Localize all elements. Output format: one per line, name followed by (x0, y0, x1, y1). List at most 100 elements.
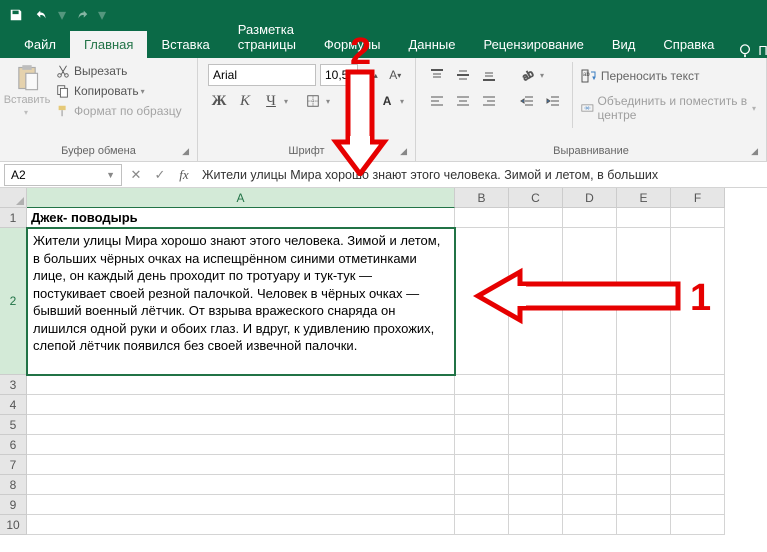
name-box[interactable]: A2 ▼ (4, 164, 122, 186)
cell[interactable] (455, 475, 509, 495)
fill-color-button[interactable] (344, 90, 366, 112)
cell[interactable]: Жители улицы Мира хорошо знают этого чел… (27, 228, 455, 375)
align-right-icon[interactable] (478, 90, 500, 112)
align-top-icon[interactable] (426, 64, 448, 86)
cell[interactable] (671, 395, 725, 415)
cell[interactable] (455, 495, 509, 515)
cell[interactable] (671, 375, 725, 395)
cell[interactable] (671, 228, 725, 375)
cell[interactable] (671, 475, 725, 495)
increase-font-icon[interactable]: A▴ (362, 64, 382, 86)
row-header[interactable]: 6 (0, 435, 27, 455)
cell[interactable] (617, 228, 671, 375)
font-launcher-icon[interactable]: ◢ (400, 146, 407, 157)
row-header[interactable]: 1 (0, 208, 27, 228)
merge-center-button[interactable]: Объединить и поместить в центре ▾ (577, 92, 760, 124)
borders-button[interactable] (302, 90, 324, 112)
row-header[interactable]: 10 (0, 515, 27, 535)
cut-button[interactable]: Вырезать (54, 62, 184, 80)
cell[interactable] (455, 455, 509, 475)
row-header[interactable]: 8 (0, 475, 27, 495)
cell[interactable] (509, 435, 563, 455)
row-header[interactable]: 4 (0, 395, 27, 415)
tab-page-layout[interactable]: Разметка страницы (224, 16, 310, 58)
cell[interactable] (563, 228, 617, 375)
cell[interactable] (27, 475, 455, 495)
cell[interactable] (671, 208, 725, 228)
enter-formula-icon[interactable]: ✓ (148, 164, 172, 186)
paste-button[interactable]: Вставить ▾ (6, 62, 48, 130)
font-size-input[interactable] (320, 64, 358, 86)
cell[interactable] (563, 375, 617, 395)
fx-icon[interactable]: fx (172, 164, 196, 186)
align-bottom-icon[interactable] (478, 64, 500, 86)
cell[interactable] (509, 475, 563, 495)
row-header[interactable]: 5 (0, 415, 27, 435)
wrap-text-button[interactable]: ab Переносить текст (577, 66, 760, 86)
cell[interactable] (671, 415, 725, 435)
cell[interactable] (509, 495, 563, 515)
font-color-button[interactable]: A (376, 90, 398, 112)
cell[interactable] (509, 455, 563, 475)
clipboard-launcher-icon[interactable]: ◢ (182, 146, 189, 157)
column-header[interactable]: B (455, 188, 509, 208)
decrease-indent-icon[interactable] (516, 90, 538, 112)
cell[interactable] (455, 375, 509, 395)
cell[interactable] (617, 415, 671, 435)
tell-me[interactable]: По (728, 43, 767, 58)
row-header[interactable]: 3 (0, 375, 27, 395)
cell[interactable] (671, 455, 725, 475)
cell[interactable] (671, 515, 725, 535)
tab-formulas[interactable]: Формулы (310, 31, 395, 58)
bold-button[interactable]: Ж (208, 90, 230, 112)
row-header[interactable]: 7 (0, 455, 27, 475)
italic-button[interactable]: К (234, 90, 256, 112)
cell[interactable] (617, 395, 671, 415)
cell[interactable] (509, 208, 563, 228)
cell[interactable] (455, 208, 509, 228)
cell[interactable] (509, 228, 563, 375)
copy-button[interactable]: Копировать ▾ (54, 82, 184, 100)
decrease-font-icon[interactable]: A▾ (386, 64, 406, 86)
column-header[interactable]: A (27, 188, 455, 208)
cell[interactable] (455, 435, 509, 455)
column-header[interactable]: C (509, 188, 563, 208)
spreadsheet-grid[interactable]: ABCDEF 1Джек- поводырь2Жители улицы Мира… (0, 188, 767, 535)
alignment-launcher-icon[interactable]: ◢ (751, 146, 758, 157)
cell[interactable] (509, 395, 563, 415)
cell[interactable] (563, 475, 617, 495)
cell[interactable] (563, 515, 617, 535)
cell[interactable] (563, 455, 617, 475)
cell[interactable] (455, 228, 509, 375)
save-icon[interactable] (4, 3, 28, 27)
tab-help[interactable]: Справка (649, 31, 728, 58)
cell[interactable] (563, 435, 617, 455)
row-header[interactable]: 2 (0, 228, 27, 375)
format-painter-button[interactable]: Формат по образцу (54, 102, 184, 120)
cell[interactable] (671, 495, 725, 515)
cell[interactable] (617, 475, 671, 495)
cell[interactable] (617, 208, 671, 228)
align-center-icon[interactable] (452, 90, 474, 112)
row-header[interactable]: 9 (0, 495, 27, 515)
orientation-icon[interactable]: ab (516, 64, 538, 86)
formula-input[interactable] (196, 164, 767, 186)
cell[interactable] (617, 375, 671, 395)
cell[interactable] (563, 495, 617, 515)
tab-file[interactable]: Файл (10, 31, 70, 58)
cell[interactable] (617, 515, 671, 535)
cell[interactable] (27, 455, 455, 475)
cell[interactable] (455, 395, 509, 415)
cell[interactable] (671, 435, 725, 455)
cell[interactable] (509, 375, 563, 395)
select-all-corner[interactable] (0, 188, 27, 208)
tab-view[interactable]: Вид (598, 31, 650, 58)
undo-icon[interactable] (30, 3, 54, 27)
cell[interactable] (455, 515, 509, 535)
cell[interactable] (27, 495, 455, 515)
redo-icon[interactable] (70, 3, 94, 27)
align-middle-icon[interactable] (452, 64, 474, 86)
cell[interactable] (563, 208, 617, 228)
tab-insert[interactable]: Вставка (147, 31, 223, 58)
tab-home[interactable]: Главная (70, 31, 147, 58)
